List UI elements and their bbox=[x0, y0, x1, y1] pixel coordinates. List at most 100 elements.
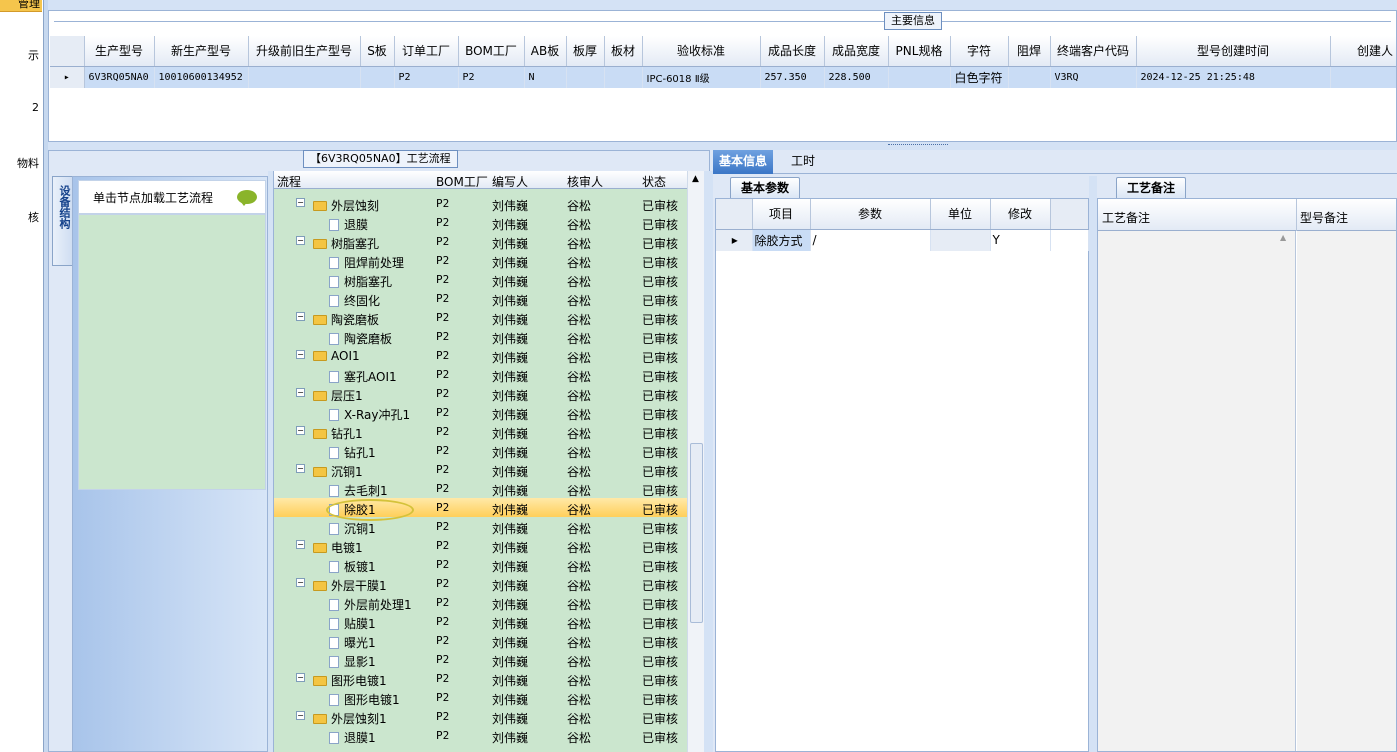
tree-node[interactable]: 钻孔1 bbox=[329, 444, 376, 461]
col-header[interactable]: 升级前旧生产型号 bbox=[248, 36, 361, 67]
cell-writer[interactable]: 刘伟巍 bbox=[492, 463, 528, 480]
col-header[interactable]: 状态 bbox=[642, 173, 666, 190]
cell-writer[interactable]: 刘伟巍 bbox=[492, 235, 528, 252]
nav-item[interactable]: 2 bbox=[32, 101, 39, 114]
cell-reviewer[interactable]: 谷松 bbox=[567, 634, 591, 651]
cell-factory[interactable]: P2 bbox=[436, 501, 449, 514]
nav-item[interactable]: 核 bbox=[28, 209, 39, 225]
cell-reviewer[interactable]: 谷松 bbox=[567, 387, 591, 404]
cell-reviewer[interactable]: 谷松 bbox=[567, 710, 591, 727]
col-header[interactable]: 终端客户代码 bbox=[1050, 36, 1137, 67]
cell-status[interactable]: 已审核 bbox=[642, 463, 678, 480]
collapse-icon[interactable]: − bbox=[296, 464, 305, 473]
cell-status[interactable]: 已审核 bbox=[642, 444, 678, 461]
tree-row[interactable]: − 外层蚀刻1 P2 刘伟巍 谷松 已审核 bbox=[274, 707, 687, 726]
collapse-icon[interactable]: − bbox=[296, 388, 305, 397]
cell[interactable] bbox=[566, 66, 605, 88]
cell-factory[interactable]: P2 bbox=[436, 558, 449, 571]
cell-status[interactable]: 已审核 bbox=[642, 197, 678, 214]
tree-node[interactable]: 显影1 bbox=[329, 653, 376, 670]
cell-status[interactable]: 已审核 bbox=[642, 254, 678, 271]
tree-node[interactable]: 退膜1 bbox=[329, 729, 376, 746]
cell-factory[interactable]: P2 bbox=[436, 520, 449, 533]
cell[interactable]: 228.500 bbox=[824, 66, 889, 88]
col-header[interactable]: 型号创建时间 bbox=[1136, 36, 1331, 67]
col-header[interactable]: 工艺备注 bbox=[1102, 209, 1150, 226]
cell-writer[interactable]: 刘伟巍 bbox=[492, 330, 528, 347]
cell-reviewer[interactable]: 谷松 bbox=[567, 729, 591, 746]
cell[interactable] bbox=[888, 66, 951, 88]
cell[interactable]: Y bbox=[990, 229, 1051, 251]
tree-row[interactable]: − 陶瓷磨板 P2 刘伟巍 谷松 已审核 bbox=[274, 308, 687, 327]
cell-reviewer[interactable]: 谷松 bbox=[567, 482, 591, 499]
cell-reviewer[interactable]: 谷松 bbox=[567, 254, 591, 271]
cell-reviewer[interactable]: 谷松 bbox=[567, 691, 591, 708]
col-header[interactable]: 新生产型号 bbox=[154, 36, 249, 67]
cell-writer[interactable]: 刘伟巍 bbox=[492, 406, 528, 423]
process-notes-textarea[interactable] bbox=[1098, 231, 1296, 751]
cell-reviewer[interactable]: 谷松 bbox=[567, 596, 591, 613]
cell-writer[interactable]: 刘伟巍 bbox=[492, 653, 528, 670]
cell-factory[interactable]: P2 bbox=[436, 368, 449, 381]
cell-reviewer[interactable]: 谷松 bbox=[567, 444, 591, 461]
cell-reviewer[interactable]: 谷松 bbox=[567, 558, 591, 575]
cell[interactable]: 2024-12-25 21:25:48 bbox=[1136, 66, 1331, 88]
cell-writer[interactable]: 刘伟巍 bbox=[492, 311, 528, 328]
cell-factory[interactable]: P2 bbox=[436, 311, 449, 324]
cell[interactable]: P2 bbox=[458, 66, 525, 88]
col-header[interactable]: 字符 bbox=[950, 36, 1009, 67]
cell-status[interactable]: 已审核 bbox=[642, 311, 678, 328]
cell-writer[interactable]: 刘伟巍 bbox=[492, 558, 528, 575]
collapse-icon[interactable]: − bbox=[296, 350, 305, 359]
cell-status[interactable]: 已审核 bbox=[642, 273, 678, 290]
col-header[interactable]: BOM工厂 bbox=[436, 173, 488, 190]
scroll-up-icon[interactable]: ▲ bbox=[692, 174, 699, 184]
tree-node[interactable]: 层压1 bbox=[313, 387, 363, 404]
cell-factory[interactable]: P2 bbox=[436, 577, 449, 590]
tree-node[interactable]: 树脂塞孔 bbox=[329, 273, 392, 290]
col-header[interactable]: 修改 bbox=[990, 199, 1051, 230]
cell-factory[interactable]: P2 bbox=[436, 691, 449, 704]
tree-row[interactable]: 沉铜1 P2 刘伟巍 谷松 已审核 bbox=[274, 517, 687, 536]
cell-factory[interactable]: P2 bbox=[436, 710, 449, 723]
col-header[interactable]: 流程 bbox=[277, 173, 301, 190]
cell-status[interactable]: 已审核 bbox=[642, 691, 678, 708]
cell-reviewer[interactable]: 谷松 bbox=[567, 539, 591, 556]
cell-writer[interactable]: 刘伟巍 bbox=[492, 254, 528, 271]
tree-row[interactable]: − 电镀1 P2 刘伟巍 谷松 已审核 bbox=[274, 536, 687, 555]
cell-status[interactable]: 已审核 bbox=[642, 216, 678, 233]
col-header[interactable]: AB板 bbox=[524, 36, 567, 67]
cell-factory[interactable]: P2 bbox=[436, 482, 449, 495]
cell-status[interactable]: 已审核 bbox=[642, 368, 678, 385]
col-header[interactable]: 核审人 bbox=[567, 173, 603, 190]
cell[interactable] bbox=[930, 229, 991, 251]
cell-status[interactable]: 已审核 bbox=[642, 387, 678, 404]
tree-row[interactable]: − 层压1 P2 刘伟巍 谷松 已审核 bbox=[274, 384, 687, 403]
cell[interactable]: P2 bbox=[394, 66, 459, 88]
cell[interactable] bbox=[1330, 66, 1396, 88]
cell-reviewer[interactable]: 谷松 bbox=[567, 273, 591, 290]
tree-node[interactable]: 外层蚀刻1 bbox=[313, 710, 387, 727]
cell-writer[interactable]: 刘伟巍 bbox=[492, 425, 528, 442]
cell-writer[interactable]: 刘伟巍 bbox=[492, 482, 528, 499]
tree-row[interactable]: 图形电镀1 P2 刘伟巍 谷松 已审核 bbox=[274, 688, 687, 707]
tree-node[interactable]: 阻焊前处理 bbox=[329, 254, 404, 271]
cell-status[interactable]: 已审核 bbox=[642, 577, 678, 594]
cell-writer[interactable]: 刘伟巍 bbox=[492, 672, 528, 689]
tree-node[interactable]: 图形电镀1 bbox=[329, 691, 400, 708]
cell-reviewer[interactable]: 谷松 bbox=[567, 406, 591, 423]
tree-row[interactable]: − 钻孔1 P2 刘伟巍 谷松 已审核 bbox=[274, 422, 687, 441]
tree-row[interactable]: − 沉铜1 P2 刘伟巍 谷松 已审核 bbox=[274, 460, 687, 479]
cell-writer[interactable]: 刘伟巍 bbox=[492, 216, 528, 233]
cell[interactable] bbox=[360, 66, 395, 88]
cell-writer[interactable]: 刘伟巍 bbox=[492, 273, 528, 290]
cell-status[interactable]: 已审核 bbox=[642, 406, 678, 423]
cell-reviewer[interactable]: 谷松 bbox=[567, 349, 591, 366]
tree-node[interactable]: 沉铜1 bbox=[329, 520, 376, 537]
col-header[interactable]: 型号备注 bbox=[1300, 209, 1348, 226]
cell-writer[interactable]: 刘伟巍 bbox=[492, 387, 528, 404]
cell[interactable]: 白色字符 bbox=[950, 66, 1009, 88]
cell-writer[interactable]: 刘伟巍 bbox=[492, 368, 528, 385]
cell-reviewer[interactable]: 谷松 bbox=[567, 501, 591, 518]
collapse-icon[interactable]: − bbox=[296, 312, 305, 321]
